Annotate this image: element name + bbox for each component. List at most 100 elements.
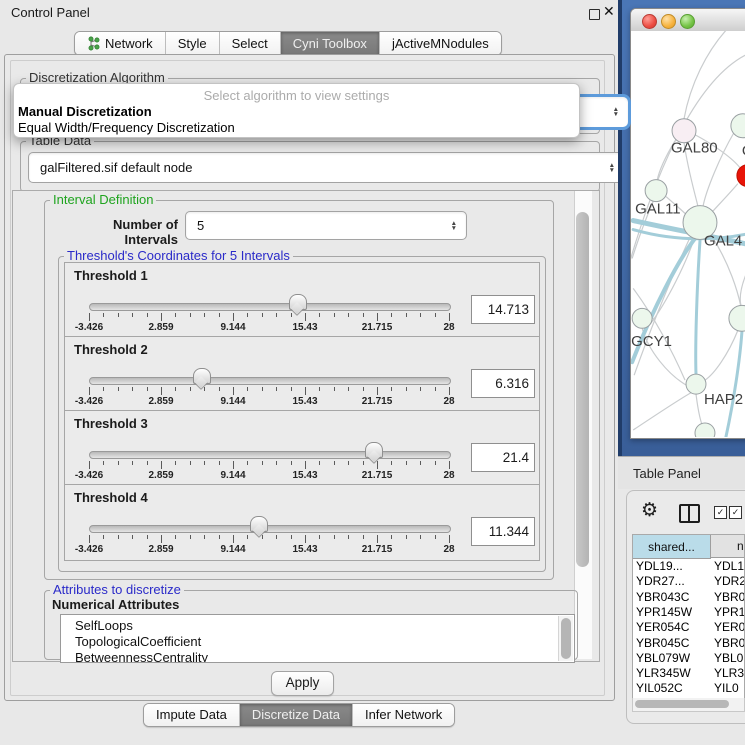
tick-mark xyxy=(305,387,306,395)
tab-style[interactable]: Style xyxy=(166,32,220,55)
slider-track[interactable] xyxy=(89,451,451,459)
network-node[interactable] xyxy=(695,423,715,437)
table-header: shared...na xyxy=(633,535,745,558)
threshold-panel-3: Threshold 3-3.4262.8599.14415.4321.71528… xyxy=(64,410,540,487)
float-window-icon[interactable] xyxy=(589,9,600,20)
close-traffic-light-icon[interactable] xyxy=(642,14,657,29)
apply-button[interactable]: Apply xyxy=(271,671,334,696)
table-row[interactable]: YDL19...YDL1 xyxy=(633,559,744,574)
tick-mark xyxy=(420,313,421,317)
table-horizontal-scrollbar-thumb[interactable] xyxy=(635,700,729,708)
table-horizontal-scrollbar[interactable] xyxy=(632,698,745,712)
table-row[interactable]: YBR043CYBR0 xyxy=(633,590,744,605)
table-row[interactable]: YPR145WYPR1 xyxy=(633,605,744,620)
tick-mark xyxy=(291,535,292,539)
zoom-traffic-light-icon[interactable] xyxy=(680,14,695,29)
network-node-label: GAL80 xyxy=(671,140,718,157)
slider-thumb[interactable] xyxy=(289,294,307,310)
network-edge[interactable] xyxy=(740,265,745,308)
list-item[interactable]: BetweennessCentrality xyxy=(75,650,208,663)
table-row[interactable]: YER054CYER0 xyxy=(633,620,744,635)
network-canvas[interactable]: GAL80GACGAL11GAL4GCY1HHAP2 xyxy=(631,31,745,437)
table-row[interactable]: YIL052CYIL0 xyxy=(633,681,744,696)
tab-discretize-data[interactable]: Discretize Data xyxy=(240,704,353,726)
threshold-value-field[interactable]: 6.316 xyxy=(471,369,535,398)
network-node-hap2[interactable] xyxy=(686,374,706,394)
network-edge[interactable] xyxy=(684,31,730,119)
gear-icon[interactable]: ⚙︎ xyxy=(641,500,658,522)
threshold-value-field[interactable]: 21.4 xyxy=(471,443,535,472)
slider-track[interactable] xyxy=(89,303,451,311)
tick-mark xyxy=(276,461,277,465)
tab-select[interactable]: Select xyxy=(220,32,281,55)
threshold-value-field[interactable]: 11.344 xyxy=(471,517,535,546)
network-node-gcy1[interactable] xyxy=(632,308,652,328)
column-header-shared[interactable]: shared... xyxy=(633,535,711,559)
column-header-na[interactable]: na xyxy=(711,535,745,558)
threshold-label: Threshold 2 xyxy=(74,342,148,357)
tick-mark xyxy=(233,387,234,395)
slider-thumb[interactable] xyxy=(193,368,211,384)
settings-scrollbar-thumb[interactable] xyxy=(576,212,589,567)
table-row[interactable]: YBR045CYBR0 xyxy=(633,636,744,651)
slider-track[interactable] xyxy=(89,525,451,533)
cell-name: YIL0 xyxy=(714,681,739,696)
cell-shared-name: YLR345W xyxy=(636,666,691,681)
slider-track[interactable] xyxy=(89,377,451,385)
tab-cyni-toolbox[interactable]: Cyni Toolbox xyxy=(281,32,380,55)
network-edge[interactable] xyxy=(710,184,738,215)
list-item[interactable]: TopologicalCoefficient xyxy=(75,634,201,650)
tick-mark xyxy=(363,387,364,391)
table-row[interactable]: YDR27...YDR2 xyxy=(633,574,744,589)
network-window: GAL80GACGAL11GAL4GCY1HHAP2 xyxy=(630,8,745,439)
list-item[interactable]: SelfLoops xyxy=(75,618,133,634)
slider-thumb[interactable] xyxy=(250,516,268,532)
checkbox-icon[interactable]: ✓ xyxy=(729,506,742,519)
tab-impute-data[interactable]: Impute Data xyxy=(144,704,240,726)
network-edge[interactable] xyxy=(633,391,694,430)
list-scrollbar-thumb[interactable] xyxy=(561,618,571,659)
network-node-gal11[interactable] xyxy=(645,180,667,202)
tick-label: 28 xyxy=(421,544,477,555)
tick-mark xyxy=(319,461,320,465)
tick-mark xyxy=(118,387,119,391)
network-node-label: HAP2 xyxy=(704,391,743,408)
tick-mark xyxy=(219,535,220,539)
tab-network[interactable]: Network xyxy=(75,32,166,55)
network-node-c[interactable] xyxy=(737,165,745,187)
network-window-titlebar[interactable] xyxy=(631,9,745,32)
tick-mark xyxy=(175,535,176,539)
tab-jactivemnodules[interactable]: jActiveMNodules xyxy=(380,32,501,55)
threshold-panel-4: Threshold 4-3.4262.8599.14415.4321.71528… xyxy=(64,484,540,561)
tick-label: 9.144 xyxy=(205,396,261,407)
tick-mark xyxy=(89,535,90,543)
table-row[interactable]: YBL079WYBL0 xyxy=(633,651,744,666)
tick-mark xyxy=(219,461,220,465)
tab-infer-network[interactable]: Infer Network xyxy=(353,704,454,726)
algorithm-option-equal-width-frequency-discretization[interactable]: Equal Width/Frequency Discretization xyxy=(18,120,575,136)
table-panel-title: Table Panel xyxy=(633,466,701,481)
threshold-value-field[interactable]: 14.713 xyxy=(471,295,535,324)
checkbox-icon[interactable]: ✓ xyxy=(714,506,727,519)
slider-thumb[interactable] xyxy=(365,442,383,458)
network-edge-highlighted[interactable] xyxy=(726,332,742,437)
tab-label: Select xyxy=(232,32,268,55)
tick-mark xyxy=(190,535,191,539)
close-icon[interactable]: ✕ xyxy=(603,3,615,20)
network-edge[interactable] xyxy=(705,330,738,380)
numerical-attributes-list[interactable]: SelfLoopsTopologicalCoefficientBetweenne… xyxy=(60,614,575,663)
table-row[interactable]: YLR345WYLR3 xyxy=(633,666,744,681)
algorithm-option-manual-discretization[interactable]: Manual Discretization xyxy=(18,104,575,120)
number-of-intervals-combobox[interactable]: 5 ▲▼ xyxy=(185,211,467,240)
columns-icon[interactable] xyxy=(679,504,700,523)
tick-mark xyxy=(449,387,450,395)
network-edge-highlighted[interactable] xyxy=(696,240,700,374)
tick-mark xyxy=(132,461,133,465)
tick-mark xyxy=(175,387,176,391)
network-node-h[interactable] xyxy=(729,305,745,331)
tick-mark xyxy=(435,313,436,317)
minimize-traffic-light-icon[interactable] xyxy=(661,14,676,29)
list-scrollbar[interactable] xyxy=(558,616,573,661)
tick-label: 28 xyxy=(421,322,477,333)
table-data-combobox[interactable]: galFiltered.sif default node ▲▼ xyxy=(28,152,625,183)
